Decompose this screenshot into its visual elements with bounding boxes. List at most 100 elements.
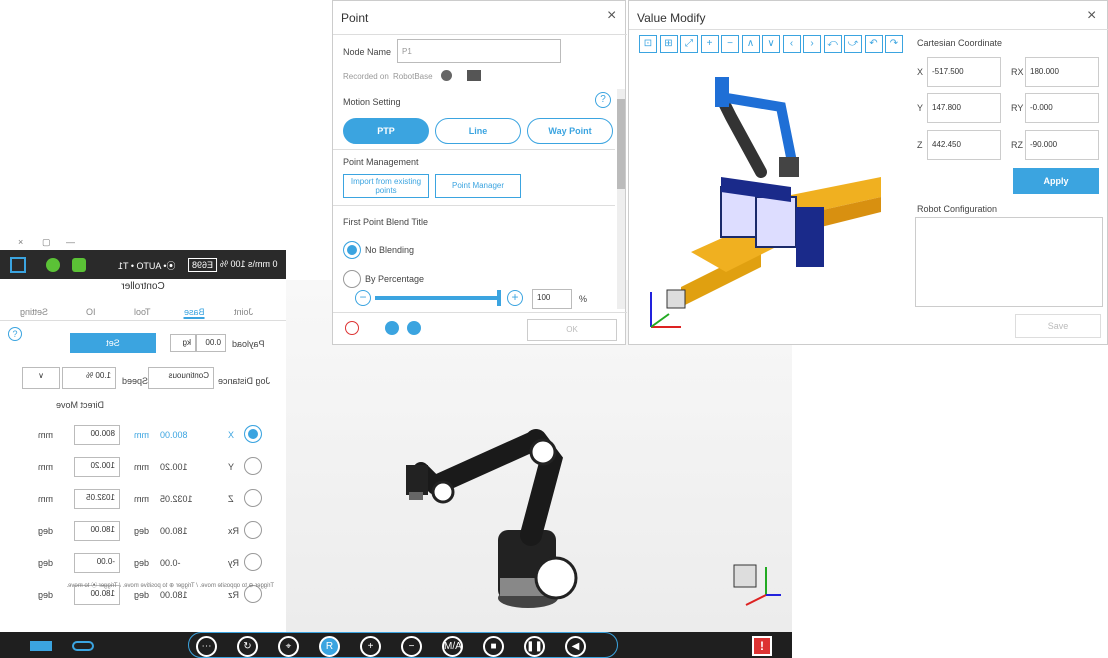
orientation-cube-icon[interactable]: [726, 555, 786, 615]
tab-setting[interactable]: Setting: [20, 307, 48, 317]
save-button[interactable]: Save: [1015, 314, 1101, 338]
vm-tool-icon-6[interactable]: ∨: [762, 35, 780, 53]
target-value: 180.00: [160, 526, 188, 536]
payload-input[interactable]: 0.00: [196, 334, 226, 352]
vm-orientation-cube-icon[interactable]: [641, 282, 691, 337]
axis-value-input[interactable]: 180.00: [74, 521, 120, 541]
vm-tool-icon-1[interactable]: ⊞: [659, 35, 678, 53]
value-modify-viewport[interactable]: [631, 57, 909, 343]
ptp-button[interactable]: PTP: [343, 118, 429, 144]
y-input[interactable]: 147.800: [927, 93, 1001, 123]
node-name-input[interactable]: P1: [397, 39, 561, 63]
payload-unit: kg: [170, 334, 196, 352]
axis-radio-rx[interactable]: [244, 521, 262, 539]
stop-icon[interactable]: ■: [483, 636, 504, 657]
point-manager-button[interactable]: Point Manager: [435, 174, 521, 198]
vm-tool-icon-9[interactable]: ⤺: [823, 35, 842, 53]
menu-dots-icon[interactable]: [72, 641, 94, 651]
tab-joint[interactable]: Joint: [234, 307, 253, 317]
axis-value-input[interactable]: 1032.05: [74, 489, 120, 509]
axis-radio-x[interactable]: [244, 425, 262, 443]
point-title: Point: [341, 11, 369, 25]
axis-value-input[interactable]: 800.00: [74, 425, 120, 445]
percentage-slider-track[interactable]: [375, 296, 501, 300]
apply-button[interactable]: Apply: [1013, 168, 1099, 194]
rx-input[interactable]: 180.000: [1025, 57, 1099, 87]
rz-input[interactable]: -90.000: [1025, 130, 1099, 160]
motion-help-icon[interactable]: ?: [595, 92, 611, 108]
plus-icon[interactable]: +: [360, 636, 381, 657]
reset-icon[interactable]: ↻: [237, 636, 258, 657]
line-button[interactable]: Line: [435, 118, 521, 144]
vm-tool-icon-7[interactable]: ‹: [782, 35, 801, 53]
minus-icon[interactable]: −: [401, 636, 422, 657]
by-percentage-radio[interactable]: [343, 270, 361, 288]
robot-config-box: [915, 217, 1103, 307]
vm-tool-icon-4[interactable]: −: [721, 35, 739, 53]
maximize-icon[interactable]: ▢: [42, 237, 51, 248]
robot-icon[interactable]: R: [319, 636, 340, 657]
ry-label: RY: [1011, 103, 1024, 113]
tab-io[interactable]: IO: [86, 307, 96, 317]
no-blending-radio[interactable]: [343, 241, 361, 259]
way-point-button[interactable]: Way Point: [527, 118, 613, 144]
record-tag-icon[interactable]: [467, 70, 481, 81]
percentage-decrease-icon[interactable]: −: [355, 290, 371, 306]
vm-tool-icon-2[interactable]: ⤢: [680, 35, 698, 53]
target-value: 180.00: [160, 590, 188, 600]
vm-tool-icon-8[interactable]: ›: [803, 35, 821, 53]
import-points-button[interactable]: Import from existing points: [343, 174, 429, 198]
close-icon[interactable]: ×: [18, 237, 23, 247]
tab-base[interactable]: Base: [184, 307, 205, 319]
vm-tool-icon-10[interactable]: ⤻: [844, 35, 862, 53]
menu-icon[interactable]: ⋯: [196, 636, 217, 657]
open-folder-icon[interactable]: [385, 321, 399, 335]
ok-button[interactable]: OK: [527, 319, 617, 341]
manual-auto-icon[interactable]: M/A: [442, 636, 463, 657]
axis-unit: deg: [38, 526, 54, 536]
axis-value-input[interactable]: 100.20: [74, 457, 120, 477]
direct-move-row-z: Z mm 1032.05 1032.05 mm: [0, 487, 286, 511]
target-icon[interactable]: ⌖: [278, 636, 299, 657]
axis-radio-y[interactable]: [244, 457, 262, 475]
jog-distance-label: Jog Distance: [218, 376, 271, 386]
point-panel: Point × Node Name P1 Recorded on RobotBa…: [332, 0, 627, 345]
speed-dropdown-chevron-icon[interactable]: ∨: [22, 367, 60, 389]
axis-radio-z[interactable]: [244, 489, 262, 507]
vm-tool-icon-11[interactable]: ↶: [864, 35, 883, 53]
delete-icon[interactable]: [345, 321, 359, 335]
value-modify-close-icon[interactable]: ×: [1087, 7, 1096, 25]
ry-input[interactable]: -0.000: [1025, 93, 1099, 123]
keyboard-icon[interactable]: [30, 641, 52, 651]
z-input[interactable]: 442.450: [927, 130, 1001, 160]
speed-input[interactable]: 1.00 %: [62, 367, 116, 389]
point-close-icon[interactable]: ×: [607, 7, 616, 25]
save-disk-icon[interactable]: [407, 321, 421, 335]
x-input[interactable]: -517.500: [927, 57, 1001, 87]
pause-icon[interactable]: ❚❚: [524, 636, 545, 657]
axis-value-input[interactable]: -0.00: [74, 553, 120, 573]
jog-distance-select[interactable]: Continuous: [148, 367, 214, 389]
percentage-input[interactable]: 100: [532, 289, 572, 309]
vm-tool-icon-5[interactable]: ∧: [741, 35, 760, 53]
back-icon[interactable]: ◀: [565, 636, 586, 657]
vm-tool-icon-12[interactable]: ↷: [885, 35, 903, 53]
rx-label: RX: [1011, 67, 1024, 77]
percentage-slider-handle[interactable]: [497, 290, 501, 306]
controller-status-bar: ⦿• AUTO • T1 E698 0 mm\s 100 %: [0, 250, 286, 279]
payload-set-button[interactable]: Set: [70, 333, 156, 353]
percentage-increase-icon[interactable]: +: [507, 290, 523, 306]
minimize-icon[interactable]: —: [66, 237, 75, 247]
vm-tool-icon-0[interactable]: ⊡: [639, 35, 657, 53]
vm-tool-icon-3[interactable]: +: [700, 35, 719, 53]
tab-tool[interactable]: Tool: [134, 307, 151, 317]
help-icon[interactable]: ?: [8, 327, 22, 341]
axis-unit: mm: [38, 430, 53, 440]
error-alert-icon[interactable]: !: [752, 636, 772, 656]
point-scrollbar[interactable]: [617, 89, 625, 309]
scene-side-panel: [792, 345, 1108, 658]
y-label: Y: [917, 103, 924, 113]
axis-radio-ry[interactable]: [244, 553, 262, 571]
record-camera-icon[interactable]: [441, 70, 452, 81]
percentage-unit: %: [579, 294, 588, 304]
